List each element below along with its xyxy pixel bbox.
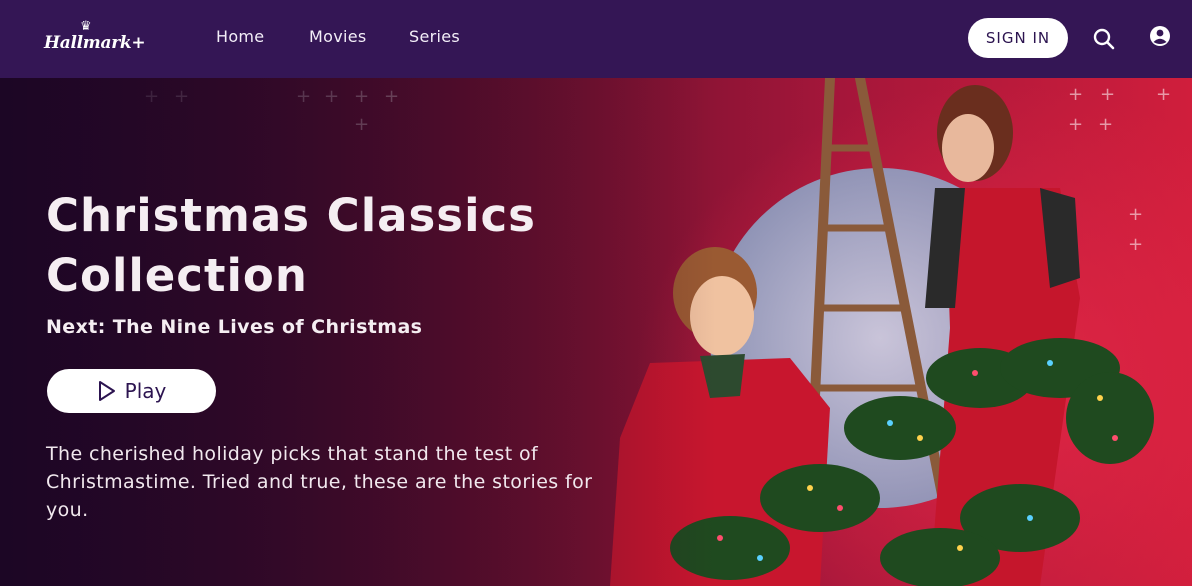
- logo-text: Hallmark+: [44, 33, 146, 53]
- crown-icon: ♛: [80, 19, 92, 34]
- user-circle-icon[interactable]: [1145, 24, 1175, 54]
- nav-link-home[interactable]: Home: [216, 27, 264, 46]
- nav-link-series[interactable]: Series: [409, 27, 460, 46]
- hero-title: Christmas Classics Collection: [46, 189, 536, 302]
- search-icon[interactable]: [1089, 24, 1119, 54]
- hero-next-episode: Next: The Nine Lives of Christmas: [46, 316, 423, 338]
- hallmark-plus-logo[interactable]: ♛ Hallmark+: [44, 20, 154, 58]
- play-button-label: Play: [124, 379, 167, 403]
- nav-link-movies[interactable]: Movies: [309, 27, 367, 46]
- sign-in-button[interactable]: SIGN IN: [968, 18, 1068, 58]
- play-button[interactable]: Play: [47, 369, 216, 413]
- hero-description: The cherished holiday picks that stand t…: [46, 443, 593, 521]
- hero-banner: ++ ++++ + +++ ++ ++: [0, 78, 1192, 586]
- top-nav: ♛ Hallmark+ Home Movies Series SIGN IN: [0, 0, 1192, 78]
- play-triangle-icon: [98, 381, 115, 401]
